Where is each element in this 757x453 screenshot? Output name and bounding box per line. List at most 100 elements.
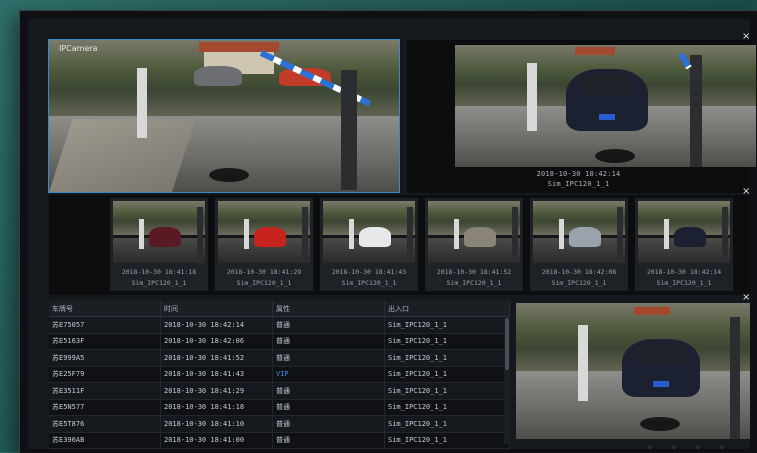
thumbnail-camera-name: Sim_IPC120_1_1: [656, 279, 712, 287]
gate-post: [722, 207, 728, 263]
table-row[interactable]: 苏E390AB 2018-10-30 18:41:00 普通 Sim_IPC120_1…: [49, 432, 510, 449]
gate-pole: [454, 219, 459, 249]
captured-car: [149, 227, 181, 247]
gate-post: [341, 70, 357, 190]
table-row[interactable]: 苏E999A5 2018-10-30 18:41:52 普通 Sim_IPC120_1…: [49, 349, 510, 367]
monitor-bezel: IPCamera 2018-10-30 18:42:14 Sim_IPC120_…: [19, 10, 757, 453]
table-row[interactable]: 苏E3511F 2018-10-30 18:41:29 普通 Sim_IPC120_1…: [49, 382, 510, 400]
close-snapshot-button[interactable]: ×: [742, 32, 750, 42]
thumbnail-timestamp: 2018-10-30 18:42:14: [646, 268, 722, 276]
cell-attribute: 普通: [272, 432, 385, 449]
column-header-time[interactable]: 时间: [160, 301, 273, 317]
cell-gate: Sim_IPC120_1_1: [384, 432, 510, 449]
car-windshield: [580, 73, 634, 96]
table-row[interactable]: 苏E5N577 2018-10-30 18:41:18 普通 Sim_IPC120_1…: [49, 399, 510, 416]
cell-gate: Sim_IPC120_1_1: [384, 366, 510, 383]
thumbnail-timestamp: 2018-10-30 18:41:29: [226, 268, 302, 276]
thumbnail-image: [323, 201, 415, 263]
thumbnail-image: [218, 201, 310, 263]
capture-strip: 2018-10-30 18:41:18 Sim_IPC120_1_1 2018-10…: [49, 195, 750, 295]
cell-attribute: VIP: [272, 366, 385, 383]
cell-plate: 苏E5163F: [49, 333, 161, 350]
records-table: 车牌号 时间 属性 出入口 苏E75057 2018-10-30 18:42:14…: [49, 301, 510, 449]
thumbnail-timestamp: 2018-10-30 18:42:08: [541, 268, 617, 276]
bezel-button: [720, 445, 724, 449]
camera-watermark: IPCamera: [59, 44, 98, 53]
table-row[interactable]: 苏E75057 2018-10-30 18:42:14 普通 Sim_IPC120_1…: [49, 316, 510, 334]
cell-time: 2018-10-30 18:41:18: [160, 399, 273, 416]
cell-gate: Sim_IPC120_1_1: [384, 382, 510, 400]
gate-pole: [664, 219, 669, 249]
capture-thumbnail[interactable]: 2018-10-30 18:41:43 Sim_IPC120_1_1: [320, 198, 418, 291]
gate-pole: [139, 219, 144, 249]
cell-attribute: 普通: [272, 316, 385, 334]
close-strip-button[interactable]: ×: [742, 187, 750, 197]
gate-post: [690, 55, 702, 167]
thumbnail-camera-name: Sim_IPC120_1_1: [551, 279, 607, 287]
live-camera-view[interactable]: IPCamera: [48, 39, 400, 193]
capture-thumbnail[interactable]: 2018-10-30 18:41:29 Sim_IPC120_1_1: [215, 198, 313, 291]
table-row[interactable]: 苏E25F79 2018-10-30 18:41:43 VIP Sim_IPC120_…: [49, 366, 510, 383]
scene-shadow: [595, 149, 635, 163]
close-detail-button[interactable]: ×: [742, 293, 750, 303]
cell-time: 2018-10-30 18:41:52: [160, 349, 273, 367]
gate-post: [730, 317, 740, 439]
gate-pole: [244, 219, 249, 249]
cell-plate: 苏E25F79: [49, 366, 161, 383]
cell-attribute: 普通: [272, 399, 385, 416]
surveillance-app: IPCamera 2018-10-30 18:42:14 Sim_IPC120_…: [28, 19, 756, 449]
license-plate: [598, 113, 616, 120]
column-header-attribute[interactable]: 属性: [272, 301, 385, 317]
capture-thumbnail[interactable]: 2018-10-30 18:41:52 Sim_IPC120_1_1: [425, 198, 523, 291]
cell-time: 2018-10-30 18:42:14: [160, 316, 273, 334]
column-header-gate[interactable]: 出入口: [384, 301, 510, 317]
capture-thumbnail[interactable]: 2018-10-30 18:41:18 Sim_IPC120_1_1: [110, 198, 208, 291]
thumbnail-camera-name: Sim_IPC120_1_1: [131, 279, 187, 287]
scene-shadow: [209, 168, 249, 182]
thumbnail-image: [428, 201, 520, 263]
capture-thumbnail[interactable]: 2018-10-30 18:42:08 Sim_IPC120_1_1: [530, 198, 628, 291]
gate-pole: [578, 325, 588, 401]
thumbnail-timestamp: 2018-10-30 18:41:52: [436, 268, 512, 276]
scrollbar-thumb[interactable]: [505, 318, 509, 370]
cell-plate: 苏E3511F: [49, 382, 161, 400]
cell-time: 2018-10-30 18:41:29: [160, 382, 273, 400]
gate-pole: [527, 63, 537, 131]
cell-plate: 苏E5T876: [49, 415, 161, 433]
cell-gate: Sim_IPC120_1_1: [384, 349, 510, 367]
cell-gate: Sim_IPC120_1_1: [384, 415, 510, 433]
bezel-button: [696, 445, 700, 449]
gate-pole: [137, 68, 147, 138]
detail-snapshot-image[interactable]: [516, 303, 750, 439]
column-header-plate[interactable]: 车牌号: [49, 301, 161, 317]
cell-plate: 苏E999A5: [49, 349, 161, 367]
captured-car: [566, 69, 648, 131]
gate-post: [512, 207, 518, 263]
scene-roof: [575, 47, 615, 55]
cell-attribute: 普通: [272, 333, 385, 350]
cell-plate: 苏E390AB: [49, 432, 161, 449]
scene-shadow: [640, 417, 680, 431]
capture-thumbnail[interactable]: 2018-10-30 18:42:14 Sim_IPC120_1_1: [635, 198, 733, 291]
cell-time: 2018-10-30 18:41:10: [160, 415, 273, 433]
cell-attribute: 普通: [272, 415, 385, 433]
captured-car: [674, 227, 706, 247]
thumbnail-image: [533, 201, 625, 263]
cell-plate: 苏E75057: [49, 316, 161, 334]
thumbnail-camera-name: Sim_IPC120_1_1: [236, 279, 292, 287]
table-row[interactable]: 苏E5163F 2018-10-30 18:42:06 普通 Sim_IPC120_1…: [49, 333, 510, 350]
snapshot-panel: 2018-10-30 18:42:14 Sim_IPC120_1_1: [407, 40, 756, 193]
cell-attribute: 普通: [272, 349, 385, 367]
snapshot-image[interactable]: [455, 45, 756, 167]
snapshot-timestamp: 2018-10-30 18:42:14: [536, 170, 621, 178]
cell-gate: Sim_IPC120_1_1: [384, 399, 510, 416]
bezel-button: [672, 445, 676, 449]
gate-pole: [349, 219, 354, 249]
cell-time: 2018-10-30 18:42:06: [160, 333, 273, 350]
table-row[interactable]: 苏E5T876 2018-10-30 18:41:10 普通 Sim_IPC120_1…: [49, 415, 510, 433]
table-scrollbar[interactable]: [504, 318, 510, 444]
captured-car: [622, 339, 700, 397]
captured-car: [464, 227, 496, 247]
gate-post: [302, 207, 308, 263]
thumbnail-camera-name: Sim_IPC120_1_1: [446, 279, 502, 287]
